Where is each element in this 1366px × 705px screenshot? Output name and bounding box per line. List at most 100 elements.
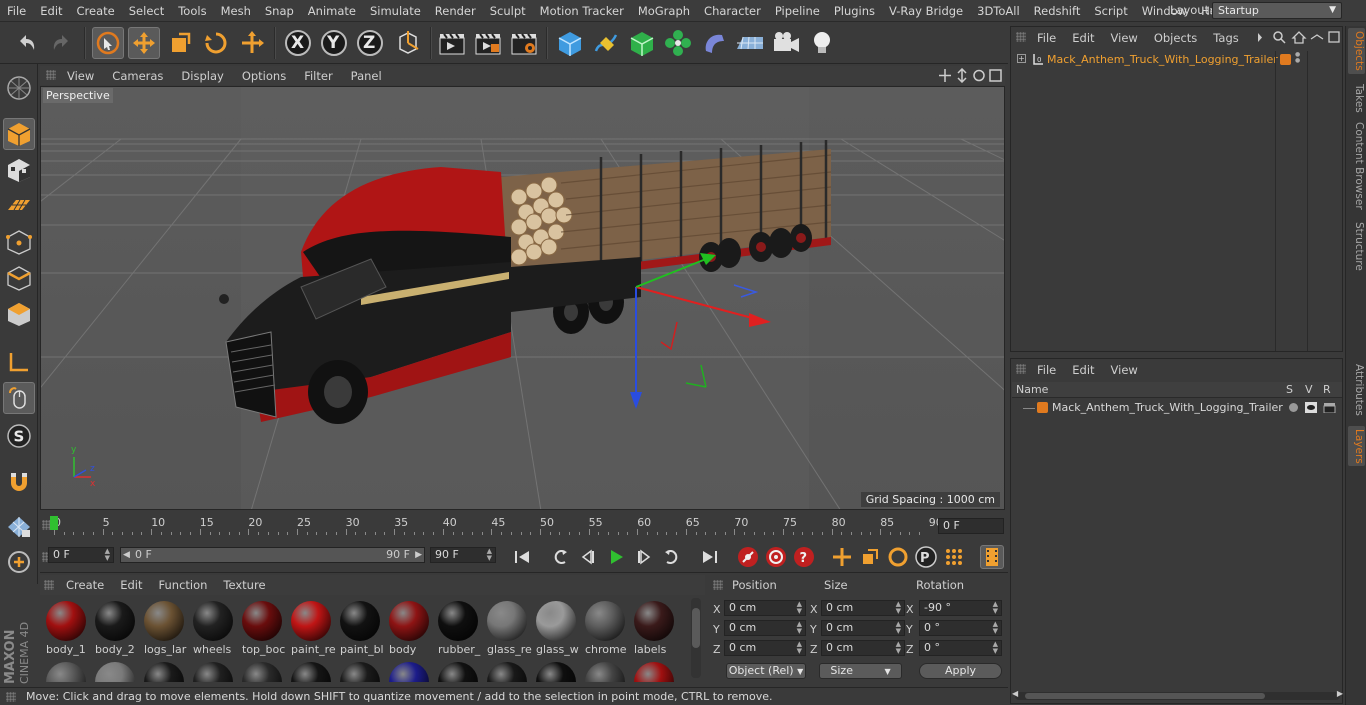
drag-handle[interactable]: [6, 692, 16, 702]
z-axis-lock-button[interactable]: Z: [354, 27, 386, 59]
visibility-dots-icon[interactable]: ● ●: [1295, 52, 1300, 64]
material-swatch[interactable]: [191, 660, 236, 682]
viewport-perspective[interactable]: y x z Perspective Grid Spacing : 1000 cm: [40, 86, 1005, 510]
position-z-field[interactable]: 0 cm ▲ ▼: [724, 640, 806, 656]
keyframe-selection-button[interactable]: ?: [792, 545, 816, 569]
object-name[interactable]: Mack_Anthem_Truck_With_Logging_Trailer: [1047, 53, 1278, 66]
menu-sculpt[interactable]: Sculpt: [483, 4, 533, 18]
menu-motion-tracker[interactable]: Motion Tracker: [533, 4, 631, 18]
column-header-render[interactable]: R: [1323, 383, 1331, 396]
menu-3dtoall[interactable]: 3DToAll: [970, 4, 1027, 18]
material-menu-create[interactable]: Create: [58, 578, 112, 592]
render-settings-button[interactable]: [508, 27, 540, 59]
material-swatch[interactable]: glass_re: [485, 598, 532, 656]
column-header-solo[interactable]: S: [1286, 383, 1293, 396]
key-parameter-button[interactable]: P: [914, 545, 938, 569]
transform-tool-button[interactable]: [236, 27, 268, 59]
workplane-mode-button[interactable]: [3, 190, 35, 222]
texture-mode-button[interactable]: [3, 154, 35, 186]
apply-button[interactable]: Apply: [919, 663, 1002, 679]
go-to-previous-frame-button[interactable]: [576, 545, 600, 569]
object-row[interactable]: + 0 Mack_Anthem_Truck_With_Logging_Trail…: [1013, 51, 1343, 351]
solo-toggle-icon[interactable]: [1289, 403, 1298, 412]
menu-mesh[interactable]: Mesh: [214, 4, 258, 18]
render-view-button[interactable]: [436, 27, 468, 59]
layer-scrollbar-thumb[interactable]: [1025, 693, 1265, 699]
drag-handle[interactable]: [1016, 364, 1026, 374]
add-cube-button[interactable]: [554, 27, 586, 59]
material-swatch[interactable]: chrome: [583, 598, 628, 656]
current-frame-field[interactable]: 0 F: [938, 518, 1004, 534]
rotation-b-field[interactable]: 0 ° ▲ ▼: [919, 640, 1002, 656]
expand-toggle-icon[interactable]: +: [1017, 54, 1026, 63]
locked-workplane-button[interactable]: [3, 546, 35, 578]
add-pen-spline-button[interactable]: [590, 27, 622, 59]
menu-animate[interactable]: Animate: [301, 4, 363, 18]
material-swatch[interactable]: body_1: [44, 598, 89, 656]
redo-button[interactable]: [46, 27, 78, 59]
menu-render[interactable]: Render: [428, 4, 483, 18]
object-menu-view[interactable]: View: [1103, 31, 1146, 45]
object-menu-file[interactable]: File: [1029, 31, 1064, 45]
add-cloner-button[interactable]: [662, 27, 694, 59]
coordinate-system-button[interactable]: [392, 27, 424, 59]
position-y-field[interactable]: 0 cm ▲ ▼: [724, 620, 806, 636]
workplane-lock-button[interactable]: [3, 510, 35, 542]
go-to-previous-key-button[interactable]: [548, 545, 572, 569]
start-frame-field[interactable]: 0 F ▲ ▼: [48, 547, 114, 563]
go-to-next-frame-button[interactable]: [632, 545, 656, 569]
material-swatch[interactable]: paint_bl: [338, 598, 384, 656]
menu-mograph[interactable]: MoGraph: [631, 4, 697, 18]
x-axis-lock-button[interactable]: X: [282, 27, 314, 59]
add-floor-button[interactable]: [734, 27, 766, 59]
layer-horizontal-scrollbar[interactable]: ◀ ▶: [1012, 689, 1343, 700]
material-swatch[interactable]: glass_w: [534, 598, 579, 656]
drag-handle[interactable]: [713, 580, 723, 590]
key-point-level-button[interactable]: [942, 545, 966, 569]
viewport-navigation-icons[interactable]: [938, 68, 1002, 83]
material-menu-texture[interactable]: Texture: [215, 578, 273, 592]
layer-color-swatch[interactable]: [1037, 402, 1048, 413]
record-active-objects-button[interactable]: [736, 545, 760, 569]
menu-plugins[interactable]: Plugins: [827, 4, 882, 18]
viewport-menu-options[interactable]: Options: [233, 69, 295, 83]
tab-objects[interactable]: Objects: [1348, 28, 1365, 74]
layer-name[interactable]: Mack_Anthem_Truck_With_Logging_Trailer: [1052, 401, 1283, 414]
undo-button[interactable]: [10, 27, 42, 59]
layout-select[interactable]: Startup ▼: [1212, 2, 1342, 19]
material-swatch[interactable]: [534, 660, 579, 682]
rotation-h-field[interactable]: -90 ° ▲ ▼: [919, 600, 1002, 616]
current-frame-marker[interactable]: [50, 516, 58, 530]
end-frame-field[interactable]: 90 F ▲ ▼: [430, 547, 496, 563]
material-swatch[interactable]: rubber_: [436, 598, 481, 656]
viewport-menu-view[interactable]: View: [58, 69, 103, 83]
layer-color-swatch[interactable]: [1280, 54, 1291, 65]
position-x-field[interactable]: 0 cm ▲ ▼: [724, 600, 806, 616]
timeline-ruler[interactable]: 051015202530354045505560657075808590 0 F: [40, 512, 1008, 540]
drag-handle[interactable]: [1016, 32, 1026, 42]
material-swatch[interactable]: [387, 660, 432, 682]
layer-row[interactable]: Mack_Anthem_Truck_With_Logging_Trailer: [1013, 399, 1343, 417]
object-menu-edit[interactable]: Edit: [1064, 31, 1102, 45]
key-rotation-button[interactable]: [886, 545, 910, 569]
material-swatch[interactable]: [338, 660, 383, 682]
material-swatch[interactable]: [93, 660, 138, 682]
render-to-picture-viewer-button[interactable]: [472, 27, 504, 59]
menu-file[interactable]: File: [0, 4, 33, 18]
drag-handle[interactable]: [44, 580, 54, 590]
layer-menu-view[interactable]: View: [1103, 363, 1146, 377]
add-camera-button[interactable]: [770, 27, 802, 59]
rotate-tool-button[interactable]: [200, 27, 232, 59]
menu-v-ray-bridge[interactable]: V-Ray Bridge: [882, 4, 970, 18]
material-swatch[interactable]: paint_re: [289, 598, 336, 656]
material-swatch[interactable]: body_2: [93, 598, 138, 656]
eye-icon[interactable]: [1305, 402, 1317, 413]
material-swatch[interactable]: [485, 660, 530, 682]
key-scale-button[interactable]: [858, 545, 882, 569]
scroll-left-arrow-icon[interactable]: ◀: [1012, 689, 1018, 698]
tweak-mode-button[interactable]: [3, 382, 35, 414]
material-swatch[interactable]: top_boc: [240, 598, 285, 656]
size-x-field[interactable]: 0 cm ▲ ▼: [821, 600, 905, 616]
go-to-start-button[interactable]: [510, 545, 534, 569]
autokeying-button[interactable]: [764, 545, 788, 569]
